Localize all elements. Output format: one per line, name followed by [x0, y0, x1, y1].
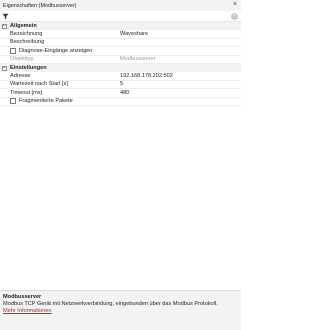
- panel-title: Eigenschaften (Modbusserver): [3, 2, 77, 9]
- property-row-diagnose[interactable]: Diagnose-Eingänge anzeigen: [0, 47, 241, 56]
- property-value-bezeichnung[interactable]: Waveshare: [120, 31, 241, 37]
- property-row-fragmentiert[interactable]: Fragmentierte Pakete: [0, 98, 241, 106]
- category-allgemein[interactable]: − Allgemein: [0, 22, 241, 30]
- fragmentiert-checkbox[interactable]: [10, 98, 16, 105]
- properties-toolbar: ×: [0, 11, 241, 22]
- panel-titlebar: Eigenschaften (Modbusserver) ×: [0, 0, 241, 11]
- property-value-adresse[interactable]: 192.168.178.202:502: [120, 73, 241, 79]
- property-value-timeout[interactable]: 480: [120, 90, 241, 96]
- category-label: Allgemein: [10, 23, 37, 29]
- category-einstellungen[interactable]: − Einstellungen: [0, 64, 241, 72]
- clear-search-icon[interactable]: ×: [231, 13, 238, 20]
- description-text: Modbus TCP Gerät mit Netzwerkverbindung,…: [3, 301, 218, 307]
- property-name: Beschreibung: [10, 39, 45, 46]
- collapse-icon[interactable]: −: [1, 23, 7, 29]
- property-name: Fragmentierte Pakete: [19, 98, 73, 105]
- property-name: Diagnose-Eingänge anzeigen: [19, 47, 93, 54]
- property-name: Bezeichnung: [10, 30, 43, 37]
- close-icon[interactable]: ×: [233, 1, 237, 9]
- property-row-wartezeit[interactable]: Wartezeit nach Start [s] 5: [0, 81, 241, 89]
- description-title: Modbusserver: [3, 294, 42, 300]
- property-value-objekttyp: Modbusserver: [120, 56, 156, 63]
- property-row-beschreibung[interactable]: Beschreibung: [0, 39, 241, 47]
- property-name: Objekttyp: [10, 56, 34, 63]
- diagnose-checkbox[interactable]: [10, 47, 16, 54]
- property-row-timeout[interactable]: Timeout [ms] 480: [0, 89, 241, 98]
- category-label: Einstellungen: [10, 65, 47, 71]
- property-row-objekttyp: Objekttyp Modbusserver: [0, 56, 241, 64]
- description-panel: Modbusserver Modbus TCP Gerät mit Netzwe…: [0, 290, 241, 330]
- filter-icon[interactable]: [2, 13, 9, 20]
- property-name: Wartezeit nach Start [s]: [10, 81, 68, 88]
- property-row-bezeichnung[interactable]: Bezeichnung Waveshare: [0, 30, 241, 39]
- property-row-adresse[interactable]: Adresse 192.168.178.202:502: [0, 72, 241, 81]
- collapse-icon[interactable]: −: [1, 65, 7, 71]
- property-name: Timeout [ms]: [10, 89, 43, 96]
- property-name: Adresse: [10, 72, 31, 79]
- more-info-link[interactable]: Mehr Informationen: [3, 308, 238, 314]
- property-grid: − Allgemein Bezeichnung Waveshare Beschr…: [0, 22, 241, 106]
- property-value-wartezeit[interactable]: 5: [120, 81, 241, 87]
